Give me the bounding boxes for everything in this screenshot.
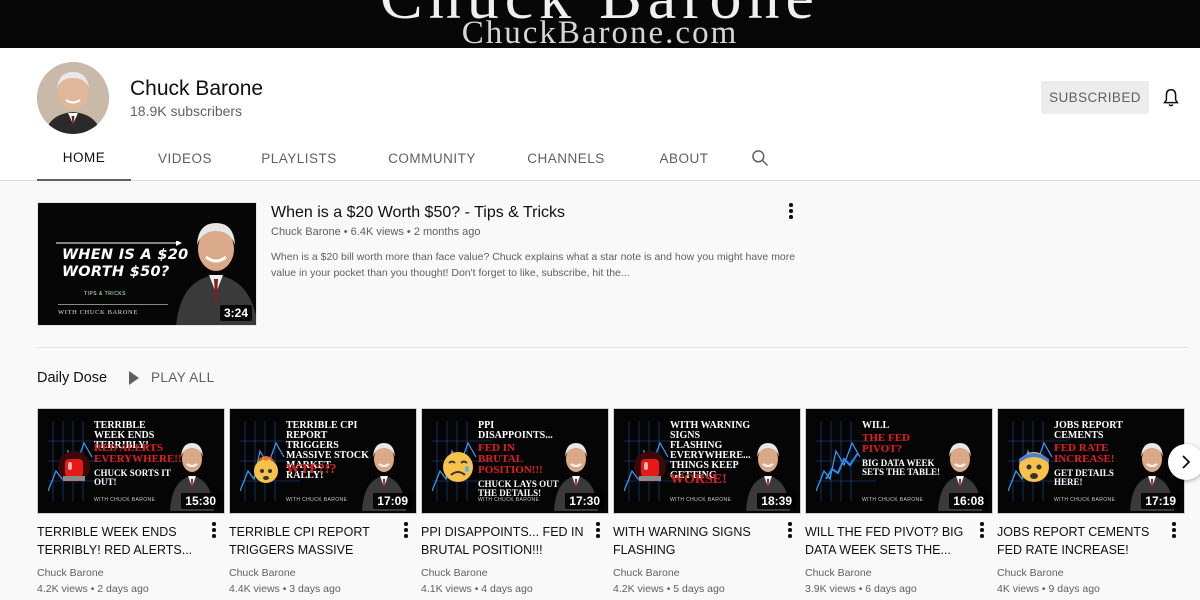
channel-header: Chuck Barone 18.9K subscribers SUBSCRIBE…	[0, 48, 1200, 181]
video-duration: 3:24	[219, 305, 252, 321]
video-thumbnail[interactable]: TERRIBLE CPI REPORT TRIGGERS MASSIVE STO…	[229, 408, 417, 514]
thumb-with: WITH CHUCK BARONE	[286, 497, 348, 503]
video-title[interactable]: TERRIBLE CPI REPORT TRIGGERS MASSIVE STO…	[229, 523, 397, 559]
featured-thumb-with: WITH CHUCK BARONE	[58, 309, 138, 316]
video-meta: 4.2K views • 2 days ago	[37, 583, 149, 595]
featured-more-icon[interactable]	[789, 203, 793, 219]
play-icon	[129, 370, 139, 385]
video-meta: 4.1K views • 4 days ago	[421, 583, 533, 595]
avatar-portrait	[37, 62, 109, 134]
video-meta: 3.9K views • 6 days ago	[805, 583, 917, 595]
siren-icon	[58, 451, 90, 483]
video-thumbnail[interactable]: JOBS REPORT CEMENTS FED RATE INCREASE! GET…	[997, 408, 1185, 514]
video-duration: 15:30	[181, 493, 220, 509]
thumb-with: WITH CHUCK BARONE	[94, 497, 156, 503]
video-title[interactable]: PPI DISAPPOINTS... FED IN BRUTAL POSITIO…	[421, 523, 589, 559]
chart-icon	[825, 452, 859, 480]
subscribed-button[interactable]: SUBSCRIBED	[1041, 81, 1149, 114]
featured-video-thumbnail[interactable]: WHEN IS A $20 WORTH $50? TIPS & TRICKS W…	[37, 202, 257, 326]
sad-face-icon	[443, 452, 473, 482]
banner-url: ChuckBarone.com	[461, 15, 739, 48]
video-title[interactable]: TERRIBLE WEEK ENDS TERRIBLY! RED ALERTS.…	[37, 523, 205, 559]
featured-video-meta: Chuck Barone • 6.4K views • 2 months ago	[271, 226, 481, 238]
thumb-divider	[58, 304, 168, 305]
video-channel[interactable]: Chuck Barone	[229, 567, 296, 579]
exploding-head-icon	[254, 456, 278, 483]
thumb-highlight: FED RATE INCREASE!	[1054, 442, 1115, 465]
thumb-headline: PPI DISAPPOINTS...	[478, 420, 553, 441]
video-more-icon[interactable]	[596, 522, 600, 538]
video-channel[interactable]: Chuck Barone	[613, 567, 680, 579]
video-thumbnail[interactable]: TERRIBLE WEEK ENDS TERRIBLY! RED ALERTS E…	[37, 408, 225, 514]
video-more-icon[interactable]	[980, 522, 984, 538]
video-duration: 17:19	[1141, 493, 1180, 509]
next-arrow-button[interactable]	[1168, 444, 1200, 480]
video-meta: 4.2K views • 5 days ago	[613, 583, 725, 595]
tab-videos[interactable]: VIDEOS	[133, 136, 237, 181]
arrow-decoration	[56, 241, 182, 246]
play-all-label: PLAY ALL	[151, 370, 215, 385]
section-divider	[37, 347, 1188, 348]
thumb-subline: CHUCK SORTS IT OUT!	[94, 468, 171, 487]
video-thumbnail[interactable]: PPI DISAPPOINTS... FED IN BRUTAL POSITION…	[421, 408, 609, 514]
chevron-right-icon	[1182, 455, 1191, 469]
subscriber-count: 18.9K subscribers	[130, 103, 243, 119]
video-more-icon[interactable]	[788, 522, 792, 538]
search-icon[interactable]	[750, 148, 770, 168]
video-duration: 17:30	[565, 493, 604, 509]
thumb-with: WITH CHUCK BARONE	[862, 497, 924, 503]
featured-thumb-tag: TIPS & TRICKS	[84, 291, 126, 297]
thumb-headline: JOBS REPORT CEMENTS	[1054, 420, 1123, 441]
video-channel[interactable]: Chuck Barone	[37, 567, 104, 579]
video-meta: 4.4K views • 3 days ago	[229, 583, 341, 595]
thumb-with: WITH CHUCK BARONE	[670, 497, 732, 503]
video-duration: 18:39	[757, 493, 796, 509]
tab-about[interactable]: ABOUT	[635, 136, 733, 181]
thumb-headline: WILL	[862, 420, 890, 431]
scared-face-icon	[1019, 452, 1049, 482]
shelf-title[interactable]: Daily Dose	[37, 370, 107, 386]
video-channel[interactable]: Chuck Barone	[421, 567, 488, 579]
thumb-subline: GET DETAILS HERE!	[1054, 468, 1114, 487]
video-channel[interactable]: Chuck Barone	[997, 567, 1064, 579]
bell-icon[interactable]	[1160, 87, 1182, 109]
video-channel[interactable]: Chuck Barone	[805, 567, 872, 579]
tab-playlists[interactable]: PLAYLISTS	[237, 136, 361, 181]
thumb-subline: CHUCK LAYS OUT THE DETAILS!	[478, 479, 559, 498]
thumb-highlight: RED ALERTS EVERYWHERE!!!	[94, 442, 186, 465]
video-more-icon[interactable]	[1172, 522, 1176, 538]
video-meta: 4K views • 9 days ago	[997, 583, 1100, 595]
video-duration: 17:09	[373, 493, 412, 509]
video-title[interactable]: WILL THE FED PIVOT? BIG DATA WEEK SETS T…	[805, 523, 973, 559]
thumb-highlight: FED IN BRUTAL POSITION!!!	[478, 442, 543, 476]
video-duration: 16:08	[949, 493, 988, 509]
video-thumbnail[interactable]: WITH WARNING SIGNS FLASHING EVERYWHERE..…	[613, 408, 801, 514]
thumb-subline: BIG DATA WEEK SETS THE TABLE!	[862, 458, 941, 477]
video-thumbnail[interactable]: WILL THE FED PIVOT? BIG DATA WEEK SETS THE…	[805, 408, 993, 514]
channel-avatar[interactable]	[37, 62, 109, 134]
featured-video-title[interactable]: When is a $20 Worth $50? - Tips & Tricks	[271, 204, 565, 222]
video-more-icon[interactable]	[212, 522, 216, 538]
tab-home[interactable]: HOME	[37, 136, 131, 181]
thumb-with: WITH CHUCK BARONE	[1054, 497, 1116, 503]
thumb-highlight: THE FED PIVOT?	[862, 432, 910, 455]
channel-tabs: HOME VIDEOS PLAYLISTS COMMUNITY CHANNELS…	[37, 136, 733, 181]
play-all-button[interactable]: PLAY ALL	[129, 370, 215, 385]
video-more-icon[interactable]	[404, 522, 408, 538]
channel-banner: Chuck Barone ChuckBarone.com	[0, 0, 1200, 48]
featured-video-description: When is a $20 bill worth more than face …	[271, 251, 796, 279]
channel-name[interactable]: Chuck Barone	[130, 77, 263, 101]
video-title[interactable]: JOBS REPORT CEMENTS FED RATE INCREASE! G…	[997, 523, 1165, 559]
siren-icon	[634, 451, 666, 483]
tab-community[interactable]: COMMUNITY	[367, 136, 497, 181]
thumb-highlight: WTF?!?	[286, 462, 337, 477]
video-title[interactable]: WITH WARNING SIGNS FLASHING EVERYWHERE..…	[613, 523, 781, 559]
tab-channels[interactable]: CHANNELS	[497, 136, 635, 181]
thumb-with: WITH CHUCK BARONE	[478, 497, 540, 503]
thumb-highlight: WORSE!	[670, 472, 727, 487]
